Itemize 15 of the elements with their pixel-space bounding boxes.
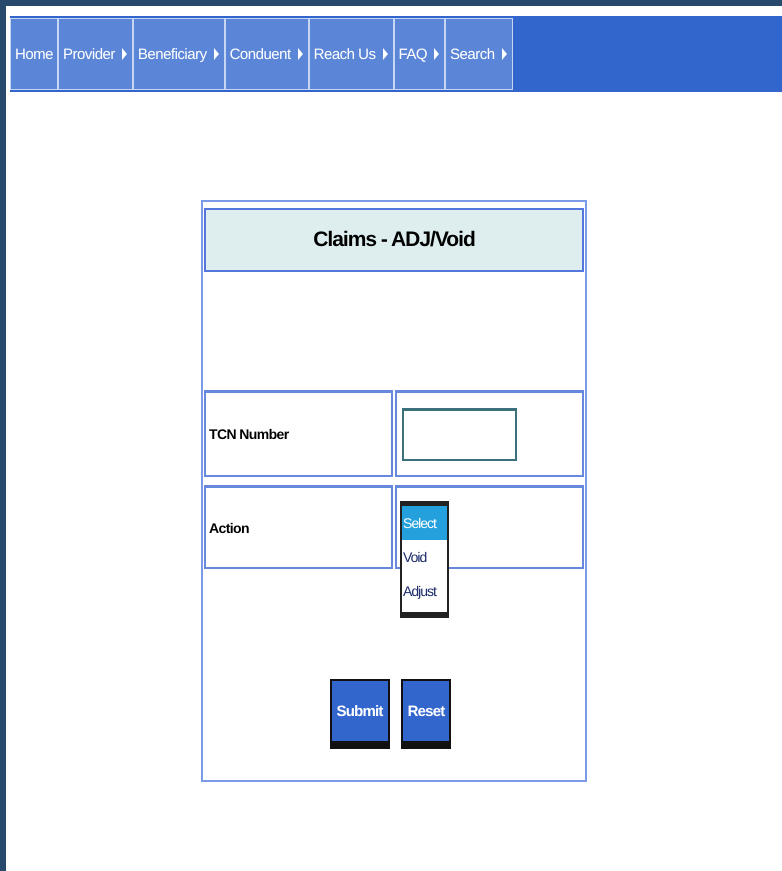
action-label: Action [209, 520, 249, 536]
tcn-input-field[interactable] [402, 408, 517, 460]
form-title: Claims - ADJ/Void [204, 208, 584, 272]
action-listbox[interactable]: Select Void Adjust [400, 501, 449, 618]
submit-button[interactable]: Submit [330, 679, 390, 749]
nav-item[interactable]: Home [10, 18, 58, 90]
nav-item[interactable]: Provider [58, 18, 133, 90]
listbox-option[interactable]: Select [402, 506, 447, 540]
nav-item[interactable]: Search [445, 18, 513, 90]
reset-button[interactable]: Reset [400, 679, 452, 749]
nav-item[interactable]: Conduent [224, 18, 309, 90]
tcn-label: TCN Number [209, 426, 289, 442]
nav-item[interactable]: Reach Us [308, 18, 394, 90]
nav-item[interactable]: Beneficiary [132, 18, 225, 90]
nav-item[interactable]: FAQ [394, 18, 446, 90]
